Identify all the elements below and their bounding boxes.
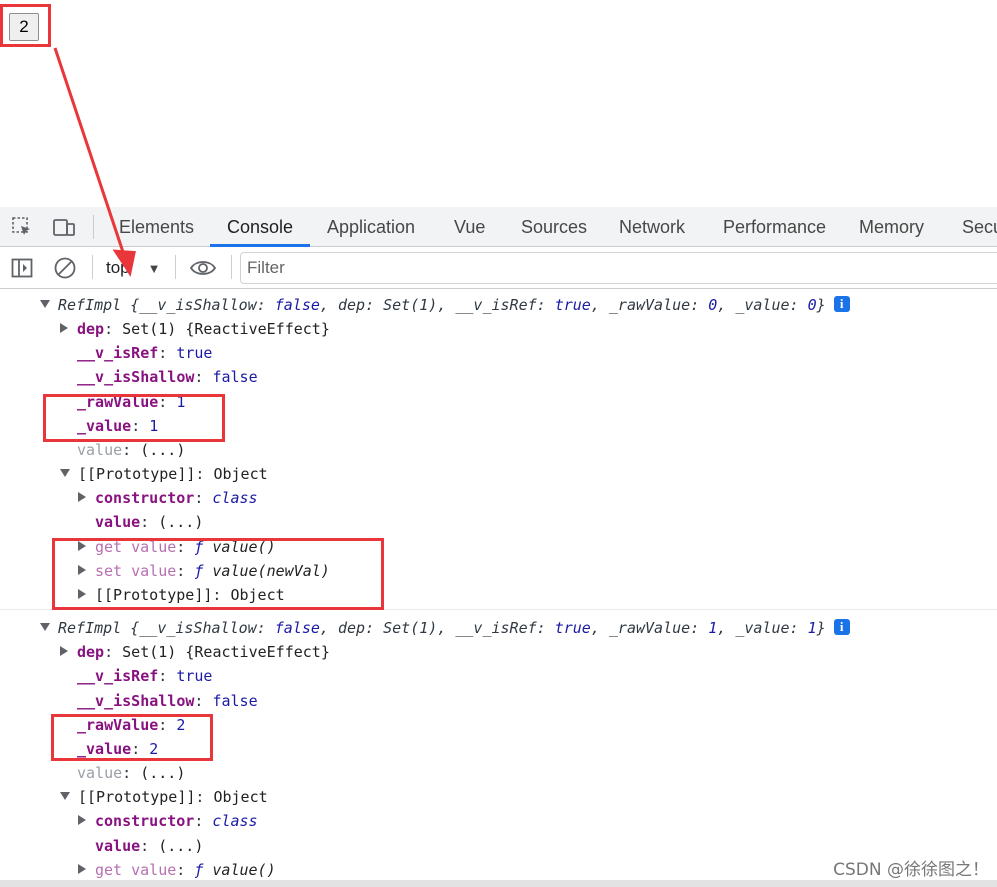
summary-prop: _rawValue: 0, — [608, 296, 736, 314]
expand-triangle-icon[interactable] — [60, 322, 68, 333]
toolbar-divider — [175, 255, 176, 279]
property-row[interactable]: value: (...) — [95, 834, 203, 858]
summary-brace: { — [121, 296, 140, 314]
object-class: RefImpl — [58, 619, 122, 637]
expand-triangle-icon[interactable] — [60, 791, 70, 800]
clear-console-icon[interactable] — [52, 255, 78, 281]
property-row: __v_isRef: true — [77, 667, 213, 685]
summary-prop: _value: 0} — [735, 296, 826, 314]
tab-security[interactable]: Secu — [945, 207, 997, 247]
property-row[interactable]: value: (...) — [95, 510, 203, 534]
property-row[interactable]: dep: Set(1) {ReactiveEffect} — [60, 317, 330, 341]
summary-prop: _rawValue: 1, — [608, 619, 736, 637]
expand-triangle-icon[interactable] — [78, 491, 86, 502]
property-row[interactable]: get value: ƒ value() — [78, 858, 276, 882]
counter-button[interactable]: 2 — [9, 13, 39, 41]
tabbar-divider — [93, 215, 94, 239]
object-class: RefImpl — [58, 296, 122, 314]
property-row[interactable]: [[Prototype]]: Object — [60, 462, 268, 486]
property-row: _value: 1 — [77, 417, 159, 435]
devtools-tabbar: Elements Console Application Vue Sources… — [0, 207, 997, 247]
summary-brace: { — [121, 619, 140, 637]
property-row[interactable]: get value: ƒ value() — [78, 535, 276, 559]
watermark: CSDN @徐徐图之！ — [833, 860, 989, 880]
property-row[interactable]: constructor: class — [78, 486, 258, 510]
filter-input[interactable]: Filter — [240, 252, 997, 284]
tab-performance[interactable]: Performance — [706, 207, 843, 247]
toolbar-divider — [92, 255, 93, 279]
summary-prop: __v_isShallow: false, — [139, 619, 338, 637]
context-selector[interactable]: top ▼ — [106, 255, 161, 281]
expand-triangle-icon[interactable] — [40, 299, 50, 308]
console-toolbar: top ▼ Filter — [0, 247, 997, 289]
expand-triangle-icon[interactable] — [78, 564, 86, 575]
tab-network[interactable]: Network — [602, 207, 702, 247]
summary-prop: dep: Set(1), — [337, 619, 456, 637]
log-summary[interactable]: RefImpl {__v_isShallow: false, dep: Set(… — [40, 293, 850, 317]
property-row: __v_isRef: true — [77, 344, 213, 362]
summary-prop: __v_isRef: true, — [455, 296, 609, 314]
tab-elements[interactable]: Elements — [102, 207, 211, 247]
sidebar-toggle-icon[interactable] — [9, 255, 35, 281]
bottom-strip — [0, 880, 997, 887]
device-toolbar-icon[interactable] — [51, 215, 77, 239]
info-icon[interactable]: i — [833, 618, 850, 635]
property-row[interactable]: [[Prototype]]: Object — [78, 583, 285, 607]
expand-triangle-icon[interactable] — [78, 588, 86, 599]
context-value: top — [106, 258, 130, 277]
property-row[interactable]: constructor: class — [78, 809, 258, 833]
info-icon[interactable]: i — [833, 295, 850, 312]
property-row[interactable]: value: (...) — [77, 438, 185, 462]
inspect-element-icon[interactable] — [9, 215, 35, 239]
summary-prop: _value: 1} — [735, 619, 826, 637]
toolbar-divider — [231, 255, 232, 279]
expand-triangle-icon[interactable] — [60, 468, 70, 477]
expand-triangle-icon[interactable] — [78, 540, 86, 551]
log-summary[interactable]: RefImpl {__v_isShallow: false, dep: Set(… — [40, 616, 850, 640]
summary-prop: dep: Set(1), — [337, 296, 456, 314]
tab-application[interactable]: Application — [310, 207, 432, 247]
property-row[interactable]: [[Prototype]]: Object — [60, 785, 268, 809]
tab-console[interactable]: Console — [210, 207, 311, 247]
live-expression-eye-icon[interactable] — [188, 255, 218, 281]
caret-down-icon: ▼ — [147, 260, 161, 276]
tab-vue[interactable]: Vue — [437, 207, 502, 247]
summary-prop: __v_isRef: true, — [455, 619, 609, 637]
property-row: _rawValue: 1 — [77, 393, 186, 411]
devtools-panel: Elements Console Application Vue Sources… — [0, 207, 997, 887]
property-row[interactable]: dep: Set(1) {ReactiveEffect} — [60, 640, 330, 664]
tab-memory[interactable]: Memory — [842, 207, 941, 247]
property-row[interactable]: value: (...) — [77, 761, 185, 785]
expand-triangle-icon[interactable] — [78, 863, 86, 874]
tab-sources[interactable]: Sources — [504, 207, 604, 247]
property-row: _rawValue: 2 — [77, 716, 186, 734]
console-output: RefImpl {__v_isShallow: false, dep: Set(… — [0, 289, 997, 887]
expand-triangle-icon[interactable] — [60, 645, 68, 656]
expand-triangle-icon[interactable] — [78, 814, 86, 825]
expand-triangle-icon[interactable] — [40, 622, 50, 631]
summary-prop: __v_isShallow: false, — [139, 296, 338, 314]
log-separator — [0, 609, 997, 610]
property-row: __v_isShallow: false — [77, 692, 258, 710]
property-row: _value: 2 — [77, 740, 159, 758]
property-row: __v_isShallow: false — [77, 368, 258, 386]
property-row[interactable]: set value: ƒ value(newVal) — [78, 559, 330, 583]
